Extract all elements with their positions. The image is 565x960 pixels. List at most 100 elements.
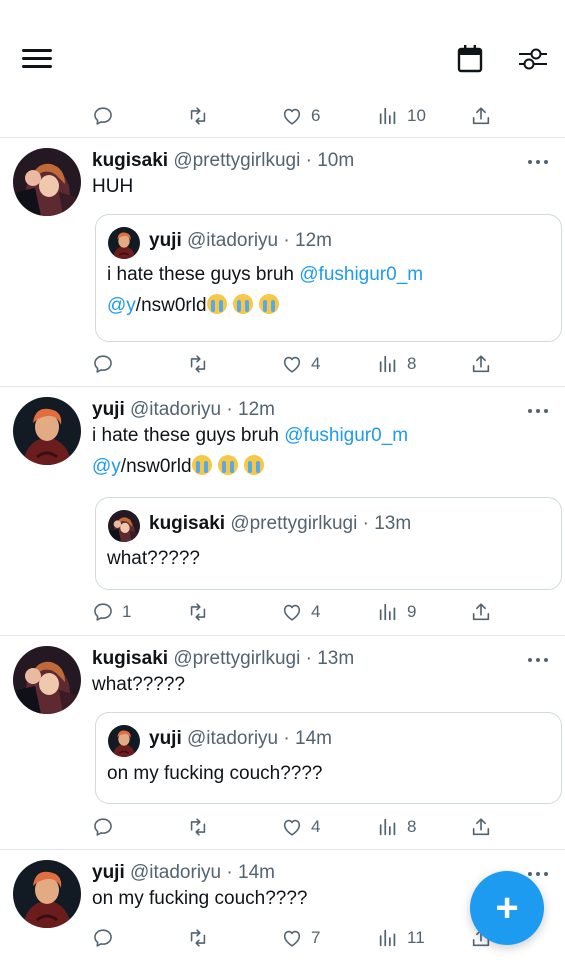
action-bar: 7 11 bbox=[92, 922, 512, 954]
retweet-button[interactable] bbox=[187, 100, 217, 132]
handle[interactable]: @itadoriyu bbox=[130, 399, 221, 420]
crying-emoji bbox=[217, 455, 238, 475]
share-icon bbox=[470, 816, 492, 838]
tweet-header: yuji @itadoriyu · 14m bbox=[92, 862, 275, 883]
timestamp[interactable]: 14m bbox=[238, 862, 275, 883]
mention-link[interactable]: @y bbox=[92, 456, 121, 477]
menu-icon[interactable] bbox=[20, 46, 54, 72]
timestamp[interactable]: 10m bbox=[317, 150, 354, 171]
like-button[interactable]: 4 bbox=[281, 811, 320, 843]
filter-icon[interactable] bbox=[517, 44, 549, 74]
reply-button[interactable] bbox=[92, 100, 122, 132]
reply-button[interactable] bbox=[92, 811, 122, 843]
avatar[interactable] bbox=[13, 397, 81, 465]
retweet-icon bbox=[187, 927, 209, 949]
tweet-header: yuji @itadoriyu · 12m bbox=[92, 399, 275, 420]
plus-icon: + bbox=[495, 886, 519, 930]
quoted-tweet[interactable]: yuji @itadoriyu · 14m on my fucking couc… bbox=[95, 712, 562, 804]
tweet-text: on my fucking couch???? bbox=[92, 888, 308, 909]
views-icon bbox=[377, 105, 399, 127]
tweet[interactable]: kugisaki @prettygirlkugi · 10m HUH yuji … bbox=[0, 138, 565, 386]
like-icon bbox=[281, 601, 303, 623]
avatar bbox=[108, 725, 140, 757]
quote-text: on my fucking couch???? bbox=[107, 763, 323, 784]
display-name[interactable]: yuji bbox=[92, 862, 125, 883]
share-button[interactable] bbox=[470, 100, 492, 132]
retweet-icon bbox=[187, 816, 209, 838]
like-button[interactable]: 4 bbox=[281, 596, 320, 628]
retweet-icon bbox=[187, 353, 209, 375]
share-icon bbox=[470, 601, 492, 623]
mention-link[interactable]: @y bbox=[107, 295, 136, 316]
like-icon bbox=[281, 105, 303, 127]
reply-button[interactable] bbox=[92, 922, 122, 954]
share-button[interactable] bbox=[470, 811, 492, 843]
more-icon[interactable] bbox=[526, 403, 550, 419]
crying-emoji bbox=[258, 294, 279, 314]
retweet-button[interactable] bbox=[187, 811, 217, 843]
avatar[interactable] bbox=[13, 148, 81, 216]
share-icon bbox=[470, 105, 492, 127]
crying-emoji bbox=[206, 294, 227, 314]
like-icon bbox=[281, 927, 303, 949]
views-icon bbox=[377, 353, 399, 375]
reply-icon bbox=[92, 353, 114, 375]
handle[interactable]: @itadoriyu bbox=[130, 862, 221, 883]
share-icon bbox=[470, 353, 492, 375]
quoted-tweet[interactable]: kugisaki @prettygirlkugi · 13m what????? bbox=[95, 497, 562, 590]
quoted-tweet[interactable]: yuji @itadoriyu · 12m i hate these guys … bbox=[95, 214, 562, 342]
compose-button[interactable]: + bbox=[470, 871, 544, 945]
more-icon[interactable] bbox=[526, 652, 550, 668]
like-button[interactable]: 6 bbox=[281, 100, 320, 132]
avatar bbox=[108, 227, 140, 259]
display-name[interactable]: yuji bbox=[92, 399, 125, 420]
views-button[interactable]: 8 bbox=[377, 348, 416, 380]
handle[interactable]: @prettygirlkugi bbox=[173, 648, 300, 669]
quote-text: what????? bbox=[107, 548, 200, 569]
crying-emoji bbox=[243, 455, 264, 475]
crying-emoji bbox=[191, 455, 212, 475]
tweet[interactable]: kugisaki @prettygirlkugi · 13m what?????… bbox=[0, 636, 565, 849]
views-button[interactable]: 8 bbox=[377, 811, 416, 843]
reply-icon bbox=[92, 927, 114, 949]
display-name[interactable]: kugisaki bbox=[92, 648, 168, 669]
like-button[interactable]: 7 bbox=[281, 922, 320, 954]
tweet-text: what????? bbox=[92, 674, 185, 695]
action-bar: 4 8 bbox=[92, 348, 512, 380]
action-bar: 1 4 9 bbox=[92, 596, 512, 628]
reply-icon bbox=[92, 105, 114, 127]
timestamp[interactable]: 13m bbox=[317, 648, 354, 669]
top-app-bar bbox=[0, 0, 565, 100]
views-button[interactable]: 9 bbox=[377, 596, 416, 628]
mention-link[interactable]: @fushigur0_m bbox=[284, 425, 408, 446]
share-button[interactable] bbox=[470, 348, 492, 380]
like-button[interactable]: 4 bbox=[281, 348, 320, 380]
views-button[interactable]: 11 bbox=[377, 922, 425, 954]
quote-header: kugisaki @prettygirlkugi · 13m bbox=[149, 513, 412, 534]
tweet-header: kugisaki @prettygirlkugi · 10m bbox=[92, 150, 355, 171]
mention-link[interactable]: @fushigur0_m bbox=[299, 264, 423, 285]
avatar bbox=[108, 510, 140, 542]
calendar-icon[interactable] bbox=[456, 44, 484, 74]
share-button[interactable] bbox=[470, 596, 492, 628]
like-icon bbox=[281, 353, 303, 375]
quote-header: yuji @itadoriyu · 12m bbox=[149, 230, 332, 251]
display-name[interactable]: kugisaki bbox=[92, 150, 168, 171]
handle[interactable]: @prettygirlkugi bbox=[173, 150, 300, 171]
reply-button[interactable] bbox=[92, 348, 122, 380]
quote-text: i hate these guys bruh @fushigur0_m @y/n… bbox=[107, 264, 424, 316]
views-button[interactable]: 10 bbox=[377, 100, 426, 132]
more-icon[interactable] bbox=[526, 154, 550, 170]
timestamp[interactable]: 12m bbox=[238, 399, 275, 420]
views-icon bbox=[377, 927, 399, 949]
reply-icon bbox=[92, 601, 114, 623]
retweet-button[interactable] bbox=[187, 348, 217, 380]
reply-button[interactable]: 1 bbox=[92, 596, 131, 628]
tweet[interactable]: yuji @itadoriyu · 12m i hate these guys … bbox=[0, 387, 565, 635]
avatar[interactable] bbox=[13, 646, 81, 714]
action-bar: 6 10 bbox=[92, 100, 512, 132]
like-icon bbox=[281, 816, 303, 838]
retweet-button[interactable] bbox=[187, 922, 217, 954]
retweet-button[interactable] bbox=[187, 596, 217, 628]
avatar[interactable] bbox=[13, 860, 81, 928]
